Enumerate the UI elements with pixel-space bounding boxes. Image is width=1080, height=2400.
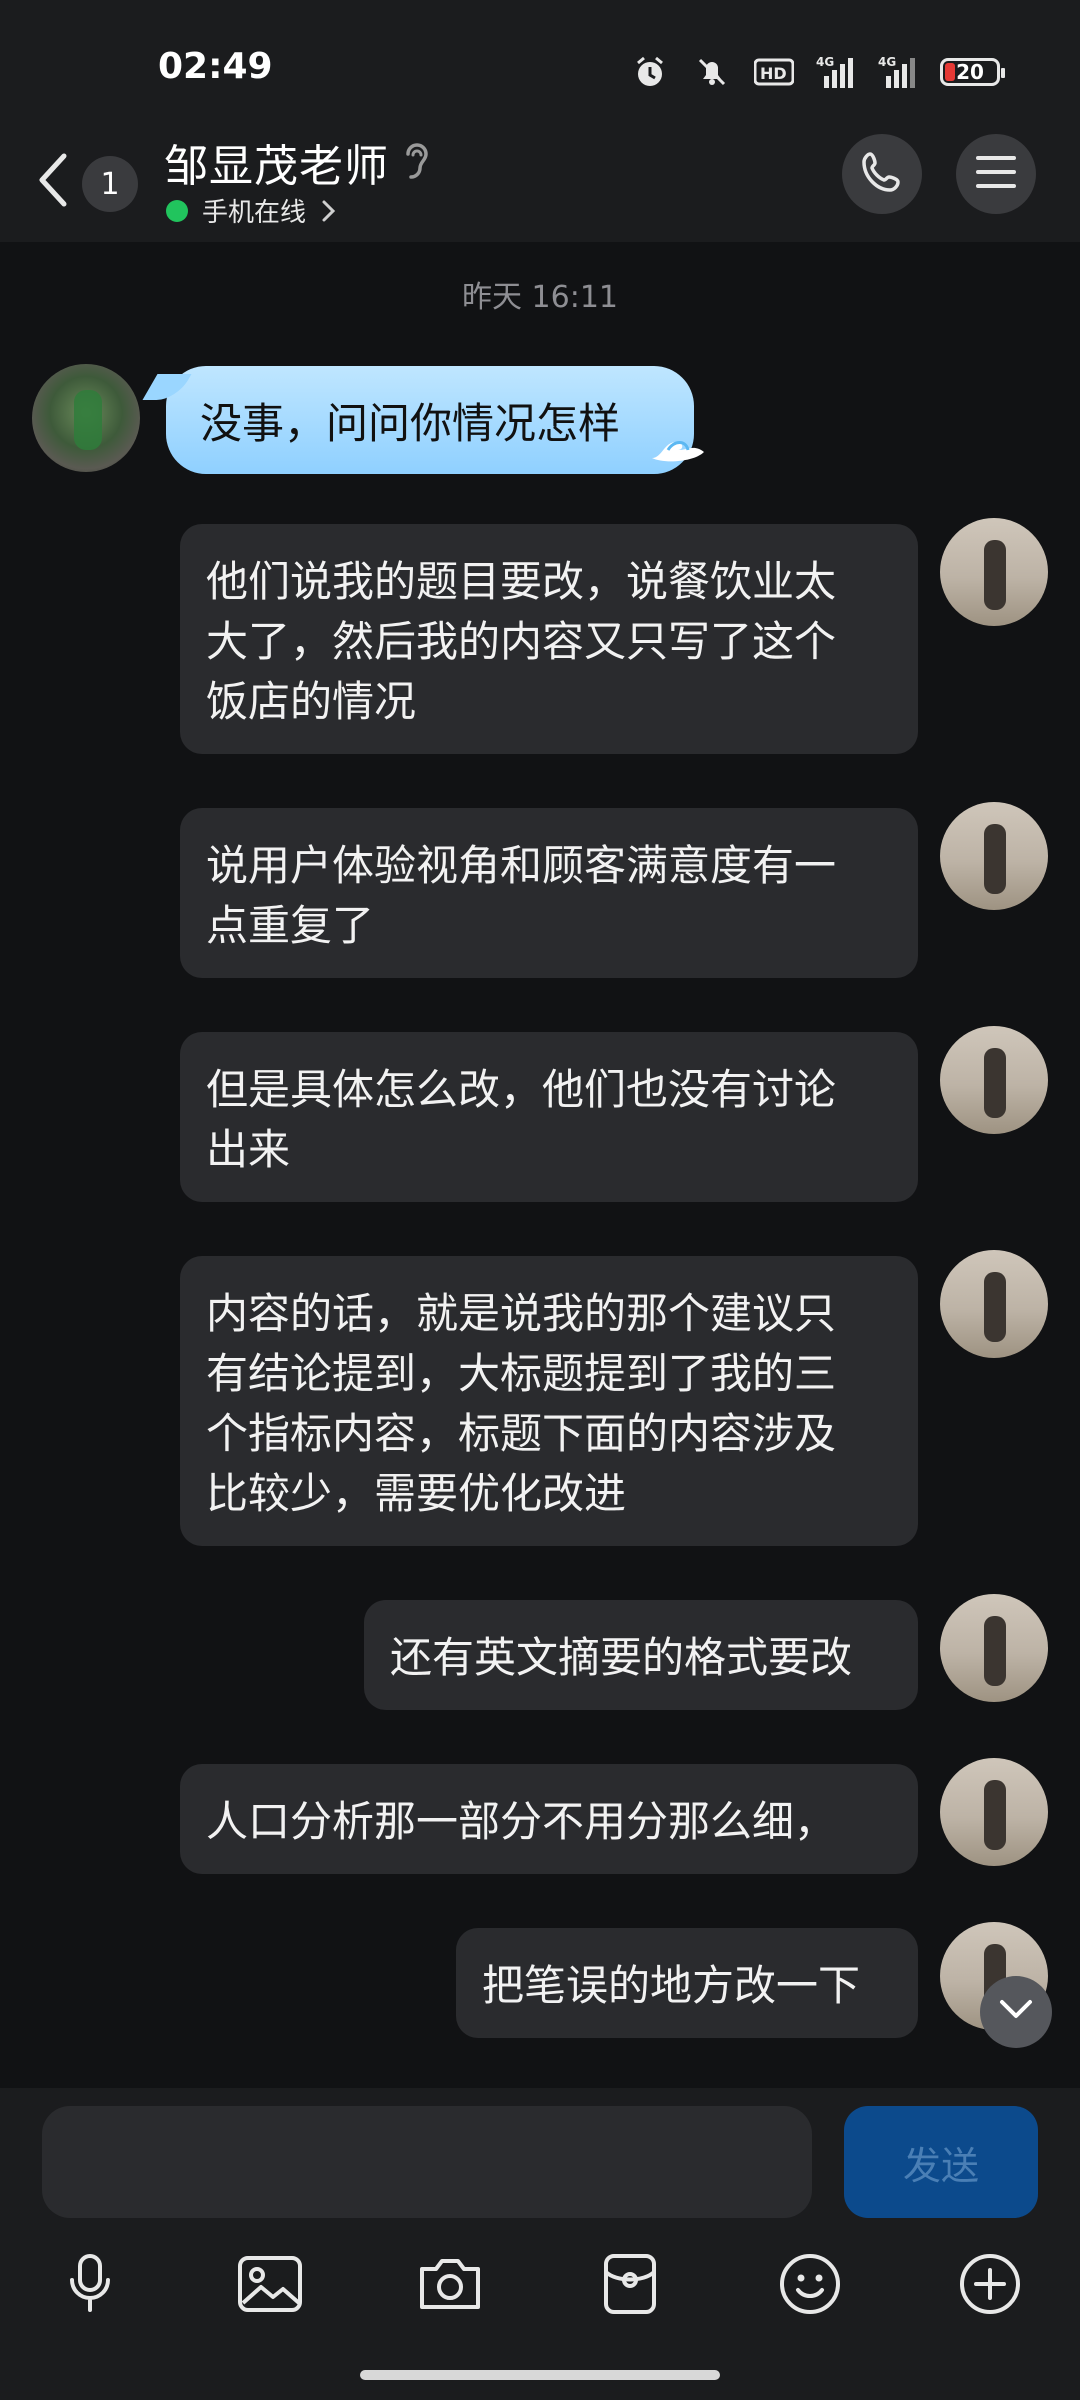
my-avatar[interactable] (940, 802, 1048, 910)
status-icons: HD 4G 4G 20 (630, 50, 1005, 94)
plus-icon[interactable] (954, 2248, 1026, 2320)
send-button[interactable]: 发送 (844, 2106, 1038, 2218)
svg-text:HD: HD (760, 64, 787, 83)
composer-area: 发送 (0, 2088, 1080, 2400)
phone-icon (860, 150, 904, 198)
unread-badge: 1 (82, 156, 138, 212)
my-avatar[interactable] (940, 1594, 1048, 1702)
mute-bell-icon (692, 52, 732, 92)
message-bubble-received[interactable]: 没事，问问你情况怎样 (166, 366, 704, 474)
message-input[interactable] (42, 2106, 812, 2218)
composer-toolbar (0, 2248, 1080, 2328)
camera-icon[interactable] (414, 2248, 486, 2320)
message-timestamp: 昨天 16:11 (462, 280, 618, 315)
scroll-to-bottom-button[interactable] (980, 1976, 1052, 2048)
online-status-text: 手机在线 (202, 198, 307, 228)
status-bar: 02:49 HD 4G 4G 20 (0, 0, 1080, 130)
online-dot (166, 199, 188, 222)
more-menu-button[interactable] (956, 134, 1036, 214)
chevron-down-icon (998, 1998, 1034, 2026)
svg-text:4G: 4G (878, 55, 896, 69)
online-status[interactable]: 手机在线 (166, 192, 338, 229)
my-avatar[interactable] (940, 1758, 1048, 1866)
my-avatar[interactable] (940, 1026, 1048, 1134)
alarm-icon (630, 52, 670, 92)
contact-avatar[interactable] (32, 364, 140, 472)
my-avatar[interactable] (940, 518, 1048, 626)
chevron-right-icon (320, 198, 338, 224)
message-bubble-sent[interactable]: 说用户体验视角和顾客满意度有一 点重复了 (180, 808, 918, 978)
status-time: 02:49 (158, 46, 273, 87)
message-text: 没事，问问你情况怎样 (200, 398, 621, 448)
my-avatar[interactable] (940, 1250, 1048, 1358)
message-bubble-sent[interactable]: 把笔误的地方改一下 (456, 1928, 918, 2038)
emoji-icon[interactable] (774, 2248, 846, 2320)
microphone-icon[interactable] (54, 2248, 126, 2320)
svg-text:4G: 4G (816, 55, 834, 69)
home-indicator[interactable] (360, 2370, 720, 2380)
message-bubble-sent[interactable]: 还有英文摘要的格式要改 (364, 1600, 918, 1710)
back-button[interactable]: 1 (36, 142, 166, 222)
voice-call-button[interactable] (842, 134, 922, 214)
red-packet-icon[interactable] (594, 2248, 666, 2320)
hd-icon: HD (754, 52, 794, 92)
image-icon[interactable] (234, 2248, 306, 2320)
contact-name[interactable]: 邹显茂老师 (164, 130, 389, 194)
message-bubble-sent[interactable]: 他们说我的题目要改，说餐饮业太 大了，然后我的内容又只写了这个 饭店的情况 (180, 524, 918, 754)
signal-4g-icon-2: 4G (878, 52, 918, 92)
battery-icon: 20 (940, 58, 1005, 86)
message-bubble-sent[interactable]: 人口分析那一部分不用分那么细， (180, 1764, 918, 1874)
message-bubble-sent[interactable]: 但是具体怎么改，他们也没有讨论 出来 (180, 1032, 918, 1202)
message-bubble-sent[interactable]: 内容的话，就是说我的那个建议只 有结论提到，大标题提到了我的三 个指标内容，标题… (180, 1256, 918, 1546)
hamburger-icon (974, 154, 1018, 194)
ear-icon (398, 138, 434, 182)
chat-header: 1 邹显茂老师 手机在线 (0, 130, 1080, 242)
wave-decoration-icon (648, 428, 708, 468)
chevron-left-icon (36, 150, 70, 214)
battery-level: 20 (956, 60, 984, 84)
signal-4g-icon: 4G (816, 52, 856, 92)
